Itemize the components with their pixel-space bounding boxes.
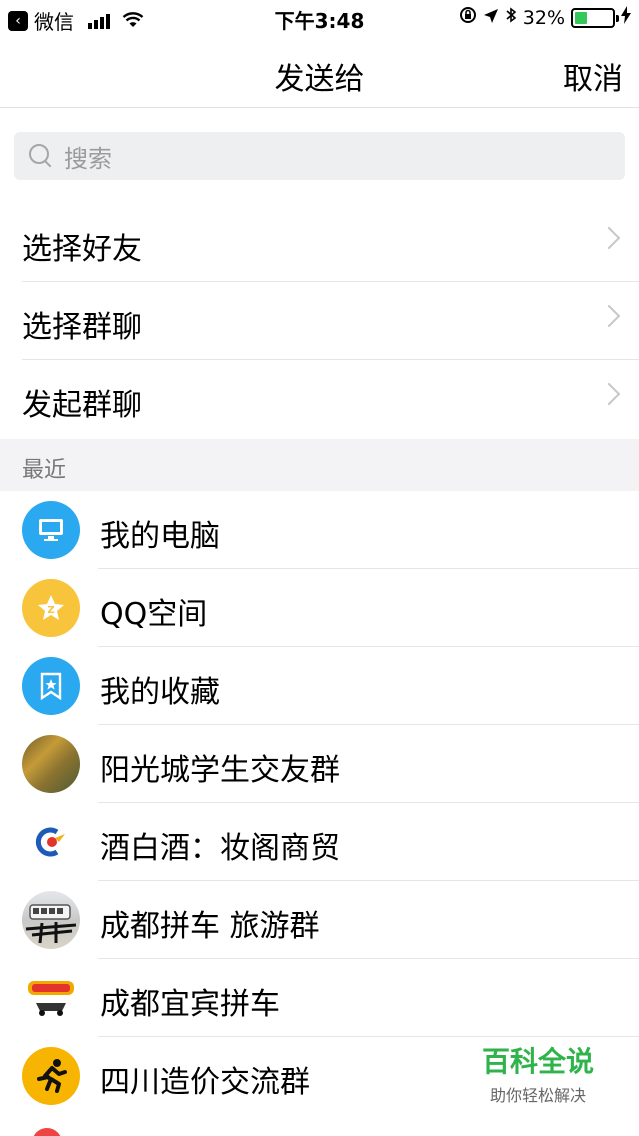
navigation-bar: 发送给 取消 [0,36,639,108]
select-group-row[interactable]: 选择群聊 [0,282,639,360]
list-item[interactable]: 酒白酒：妆阁商贸 [0,803,639,881]
location-icon [483,7,499,29]
recent-section-header: 最近 [0,439,639,491]
item-name: 成都拼车 旅游群 [100,909,320,944]
runner-avatar [22,1047,80,1105]
list-item[interactable]: 成都宜宾拼车 [0,959,639,1037]
status-bar: ‹ 微信 下午3:48 32% [0,0,639,36]
item-name: 阳光城学生交友群 [100,753,340,788]
computer-icon [22,501,80,559]
row-label: 发起群聊 [22,388,142,423]
item-name: 酒白酒：妆阁商贸 [100,831,340,866]
row-label: 选择群聊 [22,310,142,345]
logo-avatar [22,813,80,871]
search-placeholder: 搜索 [64,144,112,173]
item-name: 四川造价交流群 [100,1065,310,1100]
share-screen: ‹ 微信 下午3:48 32% 发送给 取消 搜索 选择好友 选择群聊 发起群聊… [0,0,639,1136]
watermark-subtitle: 助你轻松解决 [489,1086,586,1105]
watermark: 百科全说 助你轻松解决 [458,1040,618,1120]
item-name: 我的收藏 [100,675,220,710]
select-friend-row[interactable]: 选择好友 [0,204,639,282]
battery-fill [575,11,587,24]
item-name: 成都宜宾拼车 [100,987,280,1022]
qzone-icon: Z [22,579,80,637]
bus-avatar [22,891,80,949]
search-input[interactable]: 搜索 [14,132,625,180]
list-item[interactable]: Z QQ空间 [0,569,639,647]
status-right: 32% [459,6,631,29]
orientation-lock-icon [459,6,477,29]
chevron-right-icon [597,304,621,328]
svg-text:Z: Z [47,605,54,616]
charging-icon [621,6,631,29]
watermark-title: 百科全说 [481,1045,594,1078]
list-item[interactable]: 成都拼车 旅游群 [0,881,639,959]
next-item-avatar-peek [32,1128,62,1136]
list-item[interactable]: 我的电脑 [0,491,639,569]
battery-percent: 32% [522,6,565,29]
start-group-chat-row[interactable]: 发起群聊 [0,360,639,438]
item-name: QQ空间 [100,597,208,632]
row-label: 选择好友 [22,232,142,267]
search-icon [28,143,54,169]
bluetooth-icon [505,6,517,29]
section-title: 最近 [22,458,67,483]
chevron-right-icon [597,226,621,250]
page-title: 发送给 [274,62,365,97]
item-name: 我的电脑 [100,519,220,554]
battery-icon [571,7,619,28]
group-photo-avatar [22,735,80,793]
cancel-button[interactable]: 取消 [563,54,623,98]
chevron-right-icon [597,382,621,406]
bookmark-icon [22,657,80,715]
list-item[interactable]: 我的收藏 [0,647,639,725]
list-item[interactable]: 阳光城学生交友群 [0,725,639,803]
taxi-avatar [22,969,80,1027]
